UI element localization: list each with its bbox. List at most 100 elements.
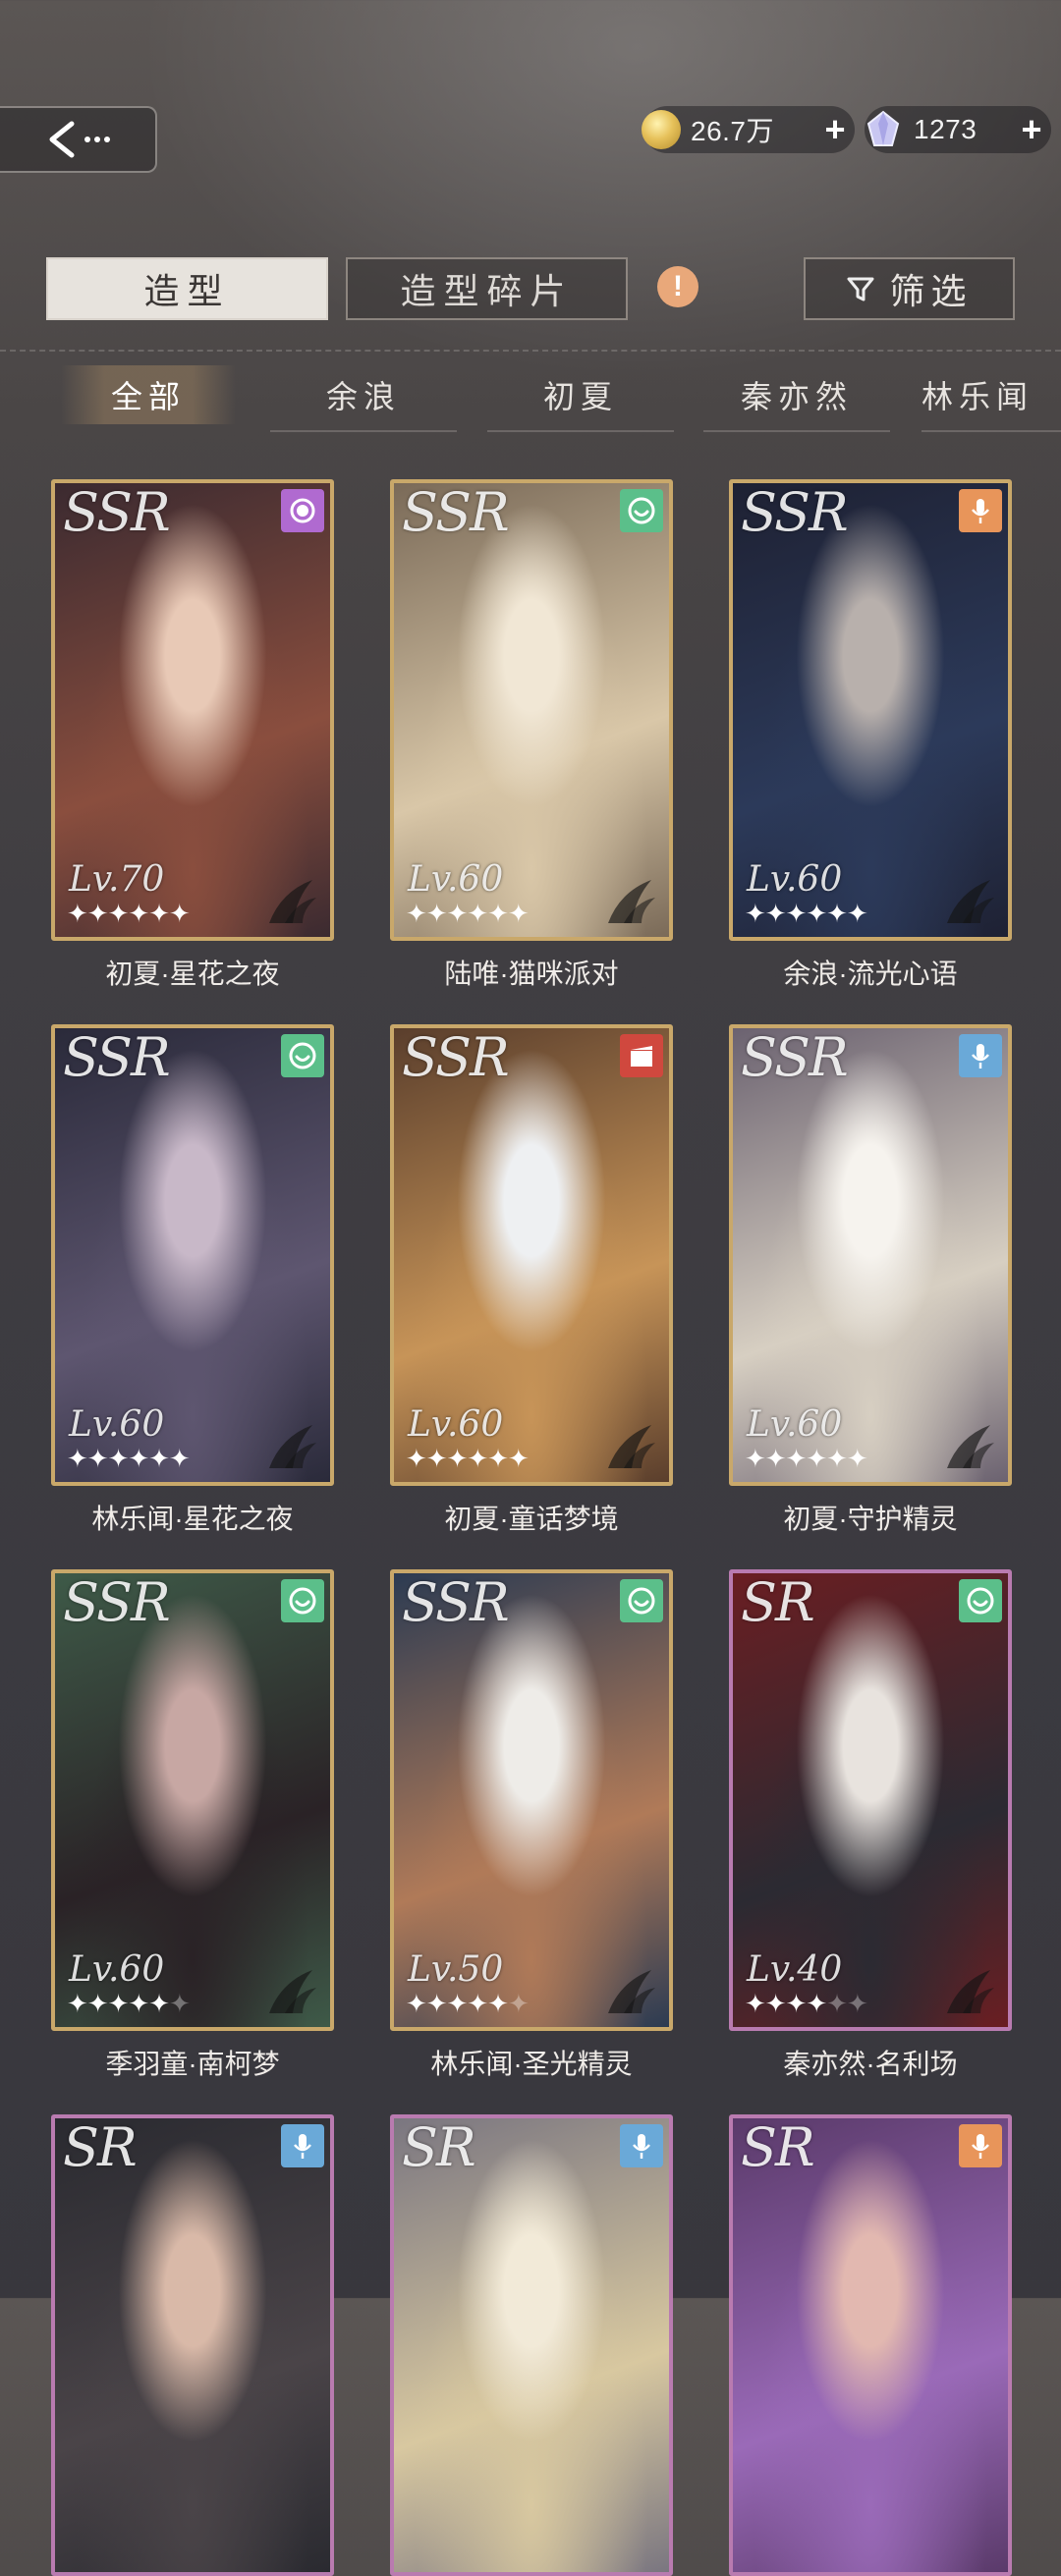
filter-label: 筛选	[889, 271, 973, 311]
rarity-label: SR	[63, 2116, 138, 2178]
card-level: Lv.60	[69, 1404, 165, 1445]
outfit-card[interactable]: SSR Lv.50 ✦✦✦✦✦✦	[390, 1569, 673, 2031]
smile-badge-icon	[620, 489, 663, 532]
card-name: 季羽童·南柯梦	[105, 2049, 280, 2079]
outfit-card[interactable]: SR	[729, 2114, 1012, 2576]
rarity-label: SSR	[402, 481, 510, 543]
star-rating: ✦✦✦✦✦✦	[745, 1989, 868, 2018]
outfit-card[interactable]: SSR Lv.60 ✦✦✦✦✦✦	[51, 1024, 334, 1486]
card-name: 林乐闻·星花之夜	[91, 1504, 294, 1534]
tab-outfit-fragments[interactable]: 造型碎片	[346, 257, 628, 320]
card-name: 初夏·星花之夜	[105, 959, 280, 989]
card-level: Lv.40	[747, 1949, 843, 1990]
leaf-emblem-icon	[608, 1425, 655, 1468]
outfit-card[interactable]: SSR Lv.60 ✦✦✦✦✦✦	[390, 479, 673, 941]
card-artwork	[394, 2118, 669, 2572]
tab-outfit[interactable]: 造型	[46, 257, 328, 320]
char-tab-linlewen[interactable]: 林乐闻	[921, 365, 1061, 432]
mic-badge-icon	[959, 489, 1002, 532]
mic-badge-icon	[959, 1034, 1002, 1077]
smile-badge-icon	[959, 1579, 1002, 1622]
rarity-label: SSR	[402, 1571, 510, 1633]
card-artwork	[733, 2118, 1008, 2572]
mic-badge-icon	[959, 2124, 1002, 2167]
star-rating: ✦✦✦✦✦✦	[67, 1444, 191, 1473]
card-name: 初夏·童话梦境	[444, 1504, 619, 1534]
char-tab-label: 初夏	[542, 379, 618, 414]
char-tab-all[interactable]: 全部	[61, 365, 236, 424]
card-level: Lv.60	[747, 1404, 843, 1445]
card-level: Lv.60	[408, 859, 504, 900]
card-level: Lv.60	[69, 1949, 165, 1990]
card-artwork	[55, 2118, 330, 2572]
leaf-emblem-icon	[269, 1970, 316, 2013]
filter-icon	[847, 277, 874, 301]
mic-badge-icon	[281, 2124, 324, 2167]
star-rating: ✦✦✦✦✦✦	[406, 899, 530, 928]
star-rating: ✦✦✦✦✦✦	[406, 1444, 530, 1473]
outfit-card[interactable]: SSR Lv.70 ✦✦✦✦✦✦	[51, 479, 334, 941]
leaf-emblem-icon	[947, 880, 994, 923]
rarity-label: SSR	[63, 1026, 171, 1088]
divider	[0, 350, 1061, 352]
char-tab-qinyiran[interactable]: 秦亦然	[703, 365, 890, 432]
rarity-label: SR	[402, 2116, 476, 2178]
smile-badge-icon	[281, 1579, 324, 1622]
gold-amount: 26.7万	[691, 116, 774, 146]
outfit-card[interactable]: SSR Lv.60 ✦✦✦✦✦✦	[51, 1569, 334, 2031]
gold-currency: 26.7万 +	[642, 106, 855, 153]
char-tab-chuxia[interactable]: 初夏	[487, 365, 674, 432]
leaf-emblem-icon	[947, 1970, 994, 2013]
leaf-emblem-icon	[269, 1425, 316, 1468]
filter-button[interactable]: 筛选	[804, 257, 1015, 320]
rarity-label: SR	[741, 1571, 815, 1633]
card-level: Lv.60	[408, 1404, 504, 1445]
outfit-card[interactable]: SR Lv.40 ✦✦✦✦✦✦	[729, 1569, 1012, 2031]
star-rating: ✦✦✦✦✦✦	[67, 1989, 191, 2018]
rarity-label: SSR	[741, 1026, 849, 1088]
star-rating: ✦✦✦✦✦✦	[67, 899, 191, 928]
outfit-card[interactable]: SSR Lv.60 ✦✦✦✦✦✦	[729, 479, 1012, 941]
gem-amount: 1273	[914, 114, 977, 144]
card-level: Lv.70	[69, 859, 165, 900]
diamond-icon	[866, 110, 900, 146]
char-tab-label: 全部	[110, 379, 186, 414]
leaf-emblem-icon	[608, 880, 655, 923]
back-arrow-icon	[49, 121, 110, 158]
star-rating: ✦✦✦✦✦✦	[745, 899, 868, 928]
film-badge-icon	[620, 1034, 663, 1077]
gem-currency: 1273 +	[865, 106, 1051, 153]
rarity-label: SSR	[741, 481, 849, 543]
outfit-card[interactable]: SR	[51, 2114, 334, 2576]
gold-coin-icon	[642, 110, 681, 149]
warning-icon[interactable]: !	[657, 266, 698, 307]
char-tab-label: 林乐闻	[921, 379, 1034, 414]
rarity-label: SSR	[402, 1026, 510, 1088]
add-gold-button[interactable]: +	[815, 109, 855, 150]
add-gems-button[interactable]: +	[1012, 109, 1051, 150]
card-name: 秦亦然·名利场	[783, 2049, 958, 2079]
outfit-card[interactable]: SSR Lv.60 ✦✦✦✦✦✦	[390, 1024, 673, 1486]
mic-badge-icon	[620, 2124, 663, 2167]
moon-badge-icon	[281, 489, 324, 532]
leaf-emblem-icon	[947, 1425, 994, 1468]
rarity-label: SSR	[63, 1571, 171, 1633]
leaf-emblem-icon	[269, 880, 316, 923]
smile-badge-icon	[281, 1034, 324, 1077]
back-button[interactable]	[0, 106, 157, 173]
outfit-card[interactable]: SR	[390, 2114, 673, 2576]
star-rating: ✦✦✦✦✦✦	[406, 1989, 530, 2018]
leaf-emblem-icon	[608, 1970, 655, 2013]
outfit-card[interactable]: SSR Lv.60 ✦✦✦✦✦✦	[729, 1024, 1012, 1486]
char-tab-label: 余浪	[325, 379, 401, 414]
smile-badge-icon	[620, 1579, 663, 1622]
card-name: 林乐闻·圣光精灵	[430, 2049, 633, 2079]
star-rating: ✦✦✦✦✦✦	[745, 1444, 868, 1473]
card-name: 初夏·守护精灵	[783, 1504, 958, 1534]
char-tab-label: 秦亦然	[740, 379, 853, 414]
card-name: 余浪·流光心语	[783, 959, 958, 989]
char-tab-yulang[interactable]: 余浪	[270, 365, 457, 432]
card-level: Lv.50	[408, 1949, 504, 1990]
rarity-label: SSR	[63, 481, 171, 543]
card-level: Lv.60	[747, 859, 843, 900]
